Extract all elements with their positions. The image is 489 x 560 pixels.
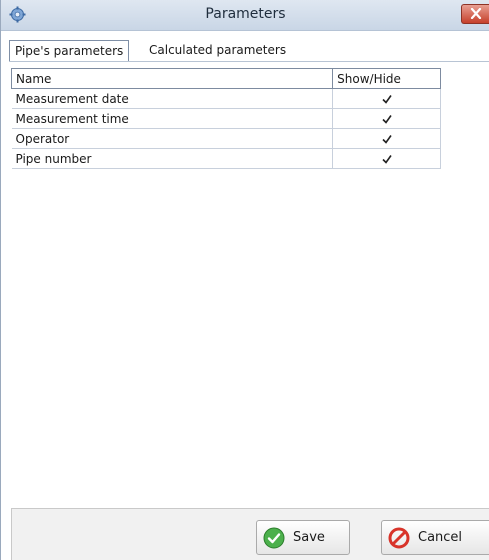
column-header-name[interactable]: Name (10, 68, 334, 89)
parameters-dialog: Parameters Pipe's parameters Calculated … (0, 0, 489, 560)
save-button[interactable]: Save (256, 520, 350, 555)
show-hide-cell (332, 128, 441, 149)
show-hide-cell (332, 108, 441, 129)
table-row[interactable]: Pipe number (11, 148, 441, 169)
parameters-table: Name Show/Hide Measurement date Measurem… (10, 68, 441, 169)
show-hide-checkbox[interactable] (380, 92, 394, 106)
title-bar[interactable]: Parameters (1, 0, 489, 31)
cancel-button[interactable]: Cancel (381, 520, 489, 555)
show-hide-checkbox[interactable] (380, 112, 394, 126)
save-button-label: Save (293, 530, 325, 545)
table-header-row: Name Show/Hide (10, 68, 441, 89)
show-hide-checkbox[interactable] (380, 152, 394, 166)
table-row[interactable]: Measurement time (11, 108, 441, 129)
cancel-button-label: Cancel (418, 530, 463, 545)
dialog-button-bar: Save Cancel (11, 508, 489, 560)
row-name-cell: Measurement time (11, 108, 333, 129)
tab-divider (9, 61, 489, 62)
row-name-cell: Measurement date (11, 88, 333, 109)
row-name-cell: Operator (11, 128, 333, 149)
table-row[interactable]: Operator (11, 128, 441, 149)
column-header-show-hide[interactable]: Show/Hide (332, 68, 441, 89)
tab-pipes-parameters[interactable]: Pipe's parameters (9, 40, 130, 62)
row-name-cell: Pipe number (11, 148, 333, 169)
show-hide-checkbox[interactable] (380, 132, 394, 146)
show-hide-cell (332, 88, 441, 109)
tab-calculated-parameters[interactable]: Calculated parameters (144, 40, 291, 60)
close-button[interactable] (461, 4, 489, 24)
checkmark-icon (263, 527, 285, 549)
window-title: Parameters (205, 6, 286, 22)
show-hide-cell (332, 148, 441, 169)
close-icon (470, 8, 482, 19)
table-row[interactable]: Measurement date (11, 88, 441, 109)
cancel-icon (388, 527, 410, 549)
